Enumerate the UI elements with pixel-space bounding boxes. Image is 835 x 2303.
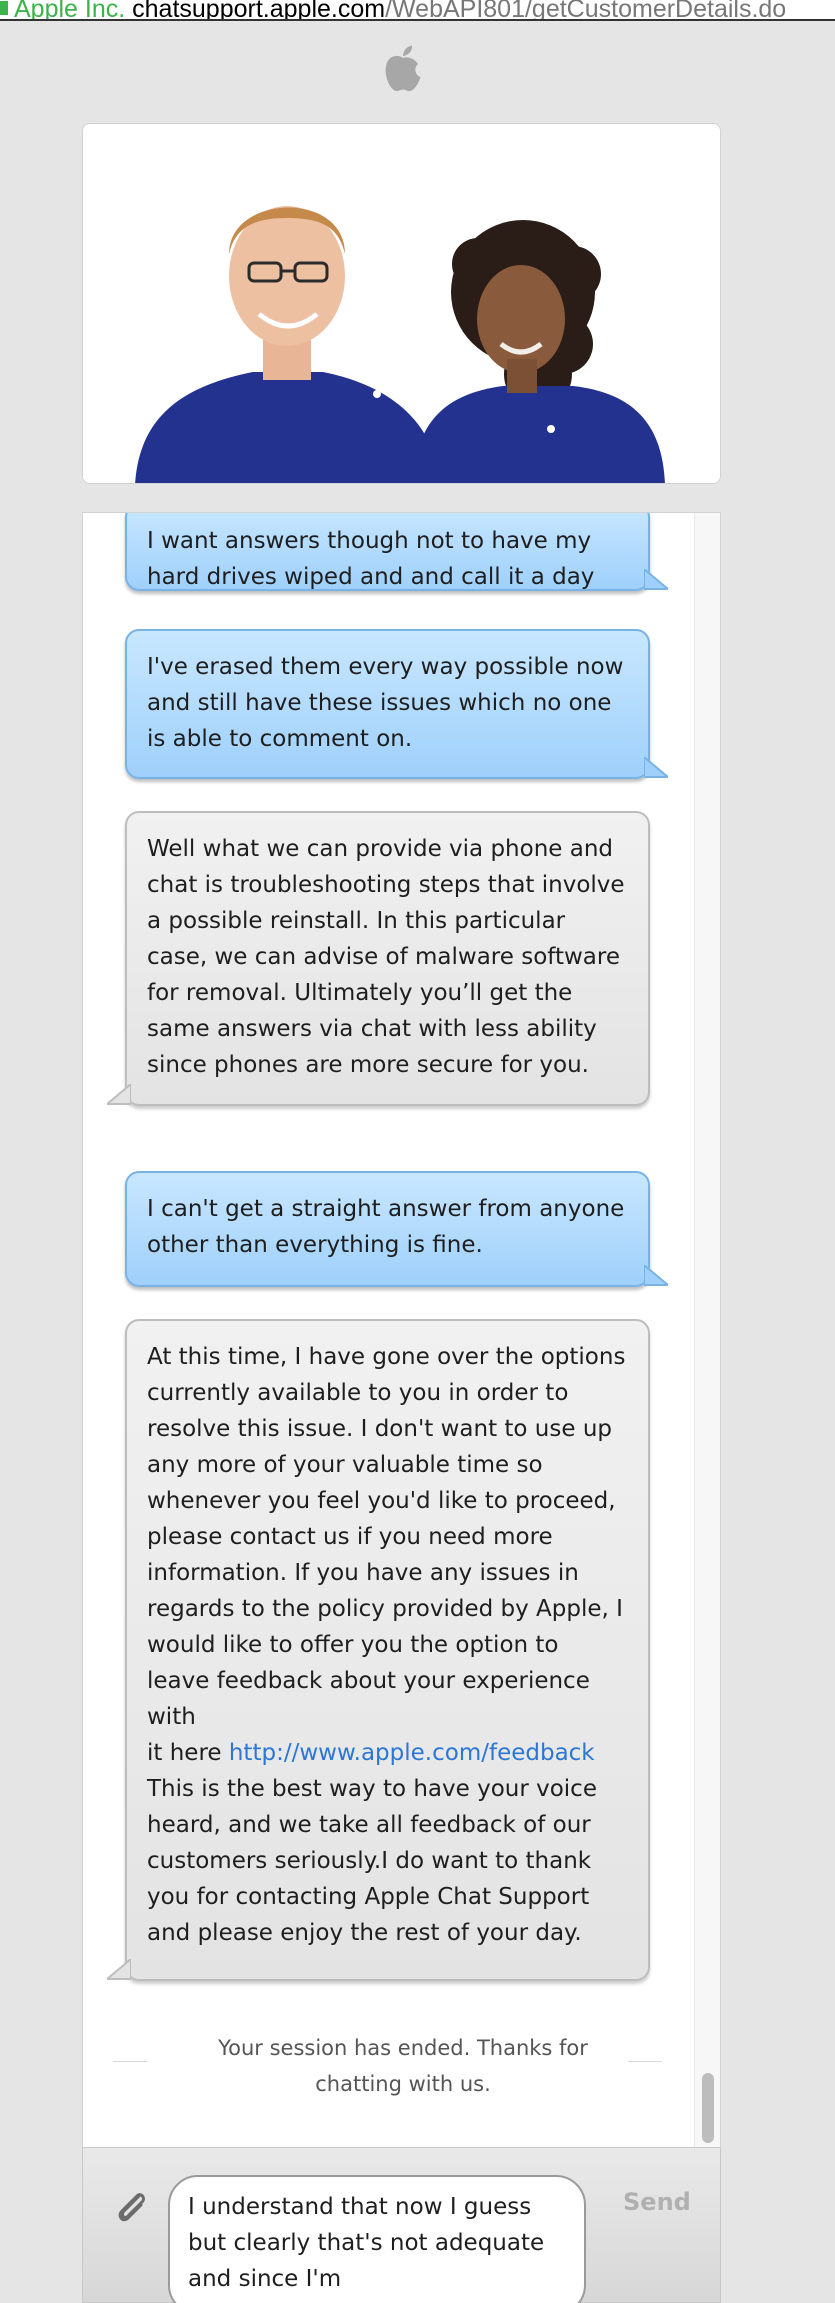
bubble-tail: [644, 1265, 668, 1286]
send-button[interactable]: Send: [623, 2188, 691, 2216]
url-host: chatsupport.apple.com: [132, 0, 386, 21]
paperclip-icon[interactable]: [111, 2186, 151, 2226]
divider: [628, 2061, 662, 2062]
url-organization: Apple Inc.: [14, 0, 126, 21]
message-text: it here: [147, 1740, 229, 1766]
message-text: I want answers though not to have my har…: [147, 528, 595, 590]
message-text: This is the best way to have your voice …: [147, 1776, 597, 1946]
message-composer: I understand that now I guess but clearl…: [82, 2147, 721, 2303]
message-text: I can't get a straight answer from anyon…: [147, 1196, 625, 1258]
message-text: Well what we can provide via phone and c…: [147, 836, 625, 1078]
url-path: /WebAPI801/getCustomerDetails.do: [385, 0, 787, 21]
bubble-tail: [644, 757, 668, 778]
support-staff-photo: [82, 123, 721, 484]
scrollbar-thumb[interactable]: [702, 2073, 714, 2143]
message-text: I've erased them every way possible now …: [147, 654, 624, 752]
chat-message-user: I've erased them every way possible now …: [125, 629, 668, 779]
url-bar[interactable]: Apple Inc. chatsupport.apple.com/WebAPI8…: [0, 0, 835, 21]
message-input[interactable]: I understand that now I guess but clearl…: [168, 2175, 586, 2303]
session-ended-notice: Your session has ended. Thanks for chatt…: [218, 2036, 588, 2096]
bubble-tail: [107, 1084, 131, 1105]
secure-lock-icon: [0, 1, 8, 15]
chat-message-user: I want answers though not to have my har…: [125, 513, 668, 591]
chat-message-agent: At this time, I have gone over the optio…: [107, 1319, 650, 1981]
bubble-tail: [644, 569, 668, 590]
apple-logo-icon: [385, 45, 421, 92]
divider: [113, 2061, 147, 2062]
scrollbar[interactable]: [694, 513, 720, 2147]
chat-transcript[interactable]: I want answers though not to have my har…: [82, 512, 721, 2147]
chat-message-user: I can't get a straight answer from anyon…: [125, 1171, 668, 1287]
chat-message-agent: Well what we can provide via phone and c…: [107, 811, 650, 1106]
staff-illustration: [83, 124, 720, 483]
feedback-link[interactable]: http://www.apple.com/feedback: [229, 1740, 595, 1766]
bubble-tail: [107, 1959, 131, 1980]
message-text: At this time, I have gone over the optio…: [147, 1344, 626, 1730]
